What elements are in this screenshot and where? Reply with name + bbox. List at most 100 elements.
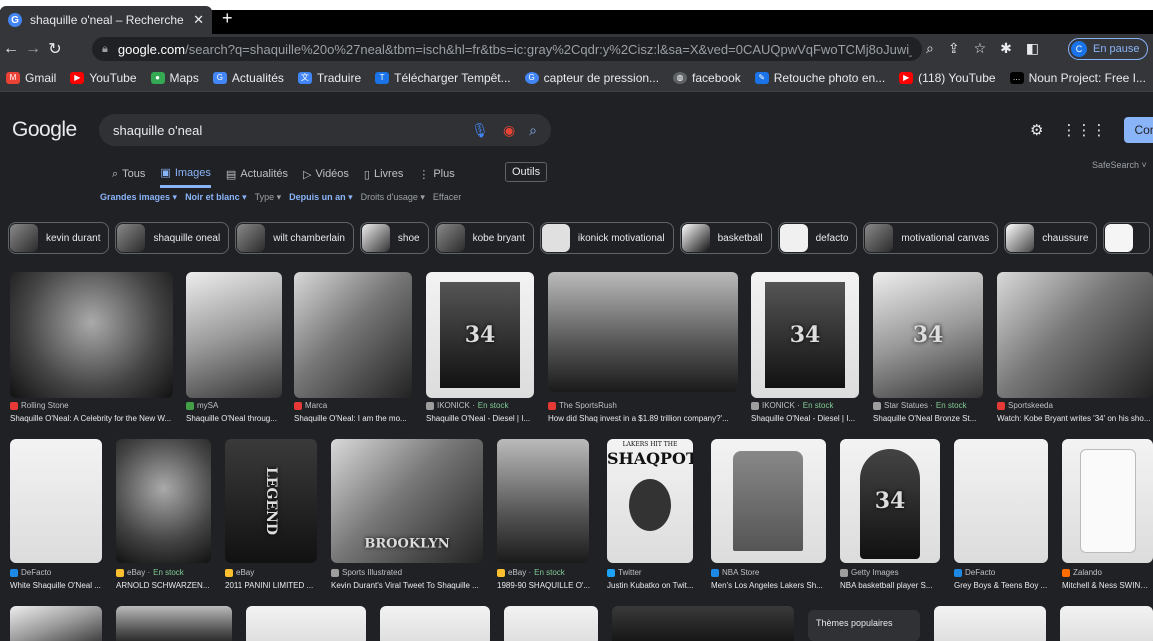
result-thumbnail[interactable] [116,439,211,563]
result-thumbnail[interactable] [186,272,282,398]
result-caption[interactable]: Grey Boys & Teens Boy ... [954,581,1052,590]
result-source[interactable]: Twitter [607,568,697,577]
extensions-icon[interactable]: ✱ [1000,40,1012,57]
safesearch-toggle[interactable]: SafeSearch ˅ [1092,160,1147,170]
bookmark-gmail[interactable]: M Gmail [6,71,56,85]
filter-rights[interactable]: Droits d'usage ▾ [361,192,425,203]
result-source[interactable]: The SportsRush [548,401,738,410]
result-caption[interactable]: White Shaquille O'Neal ... [10,581,110,590]
result-source[interactable]: Sportskeeda [997,401,1153,410]
tab-books[interactable]: ▯ Livres [364,166,403,188]
result-source[interactable]: Sports Illustrated [331,568,483,577]
bookmark-maps[interactable]: ● Maps [150,71,199,85]
address-bar[interactable]: 🔒︎ google.com /search?q=shaquille%20o%27… [92,37,922,61]
result-source[interactable]: Rolling Stone [10,401,173,410]
chip-wilt-chamberlain[interactable]: wilt chamberlain [235,222,354,254]
bookmark-translate[interactable]: 文 Traduire [297,71,361,85]
result-source[interactable]: IKONICK · En stock [751,401,859,410]
tools-button[interactable]: Outils [505,162,548,182]
filter-time[interactable]: Depuis un an ▾ [289,192,353,203]
result-caption[interactable]: Shaquille O'Neal throug... [186,414,290,423]
tab-all[interactable]: ⌕ Tous [112,166,145,188]
star-icon[interactable]: ☆ [974,40,987,57]
bookmark-facebook[interactable]: ◍ facebook [673,71,741,85]
google-logo[interactable]: Google [12,118,77,142]
result-thumbnail[interactable]: LEGEND [225,439,317,563]
zoom-icon[interactable]: ⌕ [926,40,934,57]
result-thumbnail[interactable] [246,606,366,641]
chip-kobe-bryant[interactable]: kobe bryant [434,222,534,254]
tab-more[interactable]: ⋮ Plus [418,166,454,188]
bookmark-download[interactable]: T Télécharger Tempêt... [375,71,511,85]
result-caption[interactable]: ARNOLD SCHWARZEN... [116,581,216,590]
new-tab-icon[interactable]: + [222,8,233,29]
filter-size[interactable]: Grandes images ▾ [100,192,177,203]
apps-grid-icon[interactable]: ⋮⋮⋮ [1061,121,1106,139]
result-thumbnail[interactable] [997,272,1153,398]
bookmark-youtube-2[interactable]: ▶ (118) YouTube [899,71,996,85]
bookmark-news[interactable]: G Actualités [212,71,284,85]
result-source[interactable]: NBA Store [711,568,826,577]
bookmark-youtube[interactable]: ▶ YouTube [70,71,137,85]
lens-icon[interactable]: ◉ [503,122,515,139]
back-arrow-icon[interactable]: ← [0,40,22,58]
tab-videos[interactable]: ▷ Vidéos [303,166,349,188]
chip-defacto[interactable]: defacto [777,222,858,254]
result-thumbnail[interactable] [548,272,738,392]
chip-basketball[interactable]: basketball [679,222,772,254]
result-thumbnail[interactable] [504,606,598,641]
result-source[interactable]: DeFacto [954,568,1048,577]
result-caption[interactable]: 1989-90 SHAQUILLE O'... [497,581,597,590]
tab-news[interactable]: ▤ Actualités [226,166,288,188]
result-thumbnail[interactable]: LAKERS HIT THE SHAQPOT [607,439,693,563]
bookmark-noun-project[interactable]: … Noun Project: Free I... [1009,71,1146,85]
result-source[interactable]: Getty Images [840,568,940,577]
result-source[interactable]: eBay · En stock [116,568,216,577]
settings-gear-icon[interactable]: ⚙ [1030,121,1043,139]
chip-more[interactable] [1103,222,1151,254]
result-thumbnail[interactable]: 34 [840,439,940,563]
result-thumbnail[interactable]: 34 [751,272,859,398]
result-caption[interactable]: NBA basketball player S... [840,581,944,590]
close-icon[interactable]: ✕ [193,12,204,28]
result-thumbnail[interactable] [380,606,490,641]
bookmark-photo[interactable]: ✎ Retouche photo en... [754,71,885,85]
chip-chaussure[interactable]: chaussure [1004,222,1098,254]
filter-type[interactable]: Type ▾ [255,192,282,203]
lock-icon[interactable]: 🔒︎ [102,43,108,56]
result-caption[interactable]: Mitchell & Ness SWING... [1062,581,1153,590]
chip-kevin-durant[interactable]: kevin durant [8,222,110,254]
result-thumbnail[interactable] [10,272,173,398]
filter-clear[interactable]: Effacer [433,192,461,203]
result-source[interactable]: mySA [186,401,282,410]
result-source[interactable]: eBay [225,568,317,577]
browser-tab[interactable]: G shaquille o'neal – Recherche Goo ✕ [0,6,212,34]
popular-topics-card[interactable]: Thèmes populaires [808,610,920,641]
result-thumbnail[interactable] [1060,606,1153,641]
tab-images[interactable]: ▣ Images [160,166,211,188]
result-thumbnail[interactable]: BROOKLYN [331,439,483,563]
result-thumbnail[interactable] [116,606,232,641]
result-thumbnail[interactable] [612,606,794,641]
search-icon[interactable]: ⌕ [529,122,537,139]
result-caption[interactable]: Kevin Durant's Viral Tweet To Shaquille … [331,581,487,590]
reload-icon[interactable]: ↻ [44,39,66,59]
chip-motivational-canvas[interactable]: motivational canvas [863,222,999,254]
result-caption[interactable]: Shaquille O'Neal: A Celebrity for the Ne… [10,414,180,423]
filter-color[interactable]: Noir et blanc ▾ [185,192,247,203]
result-source[interactable]: Zalando [1062,568,1153,577]
result-caption[interactable]: Men's Los Angeles Lakers Sh... [711,581,831,590]
result-source[interactable]: IKONICK · En stock [426,401,534,410]
result-caption[interactable]: Justin Kubatko on Twit... [607,581,702,590]
bookmark-sensor[interactable]: Gcapteur de pression... [524,71,659,85]
result-caption[interactable]: 2011 PANINI LIMITED ... [225,581,325,590]
chip-shoe[interactable]: shoe [359,222,429,254]
search-input[interactable]: shaquille o'neal 🎙︎ ◉ ⌕ [99,114,551,146]
result-source[interactable]: eBay · En stock [497,568,597,577]
result-thumbnail[interactable] [711,439,826,563]
result-caption[interactable]: Watch: Kobe Bryant writes '34' on his sh… [997,414,1153,423]
result-thumbnail[interactable] [954,439,1048,563]
signin-button[interactable]: Connexion [1124,117,1153,143]
result-caption[interactable]: Shaquille O'Neal - Diesel | I... [426,414,538,423]
result-source[interactable]: Marca [294,401,412,410]
